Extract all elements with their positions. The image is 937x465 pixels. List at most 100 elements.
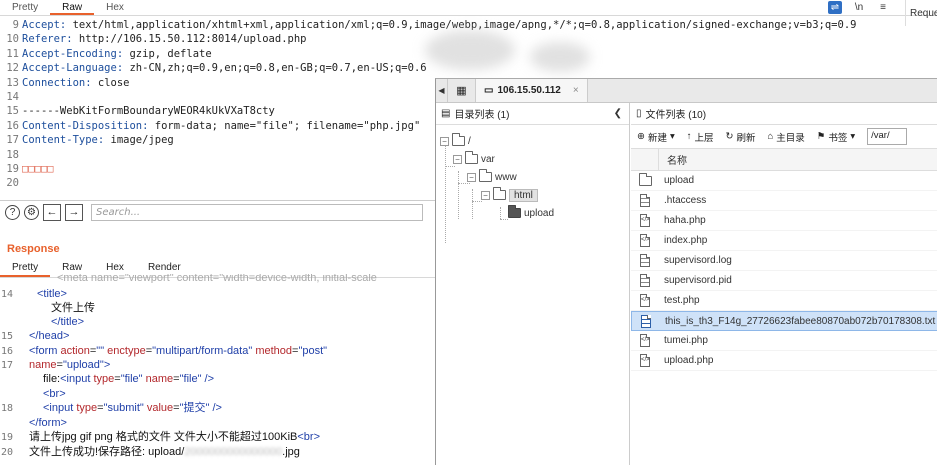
request-line: 15 ------WebKitFormBoundaryWEOR4kUkVXaT8c… [0,104,275,118]
file-row[interactable]: </> upload.php [631,351,937,371]
collapse-toggle-icon[interactable]: − [453,154,462,164]
collapse-toggle-icon[interactable]: − [467,172,476,182]
line-number: 10 [6,33,19,46]
line-number: 18 [6,148,19,161]
up-label: 上层 [694,132,714,144]
text-file-icon [640,254,650,267]
request-line: 18 [0,148,22,162]
file-icon-cell [631,172,659,186]
address-label: 106.15.50.112 [497,85,561,96]
file-row[interactable]: .htaccess [631,191,937,211]
file-row[interactable]: this_is_th3_F14g_27726623fabee80870ab072… [631,311,937,331]
prev-match-button[interactable]: ← [43,204,61,221]
collapse-chevron-icon[interactable]: ❮ [614,108,622,119]
new-button[interactable]: ⊕ 新建 ▾ [637,130,675,144]
up-button[interactable]: ↑ 上层 [687,130,714,144]
tab-pretty[interactable]: Pretty [0,2,50,15]
file-row[interactable]: upload [631,171,937,191]
gear-icon[interactable]: ⚙ [24,205,39,220]
refresh-button[interactable]: ↻ 刷新 [726,130,756,144]
tree-node-root[interactable]: − / [440,133,471,149]
close-icon[interactable]: × [573,85,579,96]
grid-icon[interactable]: ▦ [448,79,476,102]
request-search-toolbar: ? ⚙ ← → Search... [0,200,436,224]
file-name: tumei.php [664,335,708,346]
next-match-button[interactable]: → [65,204,83,221]
request-line: 20 [0,176,22,190]
file-name: index.php [664,235,708,246]
home-icon: ⌂ [767,131,774,142]
file-toolbar: ⊕ 新建 ▾ ↑ 上层 ↻ 刷新 ⌂ 主目录 ⚑ 书签 ▾ /var/ [631,125,937,149]
line-number: 11 [6,47,19,60]
code-file-icon: </> [640,234,650,247]
request-view-actions: ⇌ \n ≡ [828,0,890,15]
tree-label: html [509,188,538,202]
directory-pane-header: ▤ 目录列表 (1) ❮ [436,103,629,125]
file-icon-cell: </> [631,354,659,367]
file-name: supervisord.log [664,255,732,266]
response-line: 14 <title> [0,288,67,300]
file-manager-tabbar: ◀ ▦ ▭ 106.15.50.112 × [436,79,937,103]
home-button[interactable]: ⌂ 主目录 [768,130,805,144]
directory-pane: ▤ 目录列表 (1) ❮ − / − var − www − html uplo… [436,103,630,465]
tree-node-var[interactable]: − var [453,151,495,167]
collapse-toggle-icon[interactable]: − [440,136,449,146]
folder-icon [479,169,492,182]
path-input[interactable]: /var/ [867,128,908,145]
file-icon-cell: </> [631,234,659,247]
tab-hex[interactable]: Hex [94,2,136,15]
response-line: </form> [29,417,67,429]
folder-icon [465,151,478,164]
tree-node-www[interactable]: − www [467,169,517,185]
name-column-header[interactable]: 名称 [659,152,687,167]
bookmark-button[interactable]: ⚑ 书签 ▾ [817,130,855,144]
code-file-icon: </> [640,334,650,347]
header-key: Referer: [22,33,73,46]
file-name: haha.php [664,215,706,226]
file-row[interactable]: supervisord.pid [631,271,937,291]
tab-raw[interactable]: Raw [50,2,95,15]
request-line: 17 Content-Type: image/jpeg [0,133,173,147]
wrap-toggle-icon[interactable]: ⇌ [828,1,842,14]
tree-node-html[interactable]: − html [481,187,538,203]
file-name: test.php [664,295,700,306]
file-row[interactable]: </> test.php [631,291,937,311]
file-name: upload [664,175,695,186]
file-icon-cell: </> [631,294,659,307]
response-line: 文件上传 [51,302,95,314]
line-number: 9 [12,19,19,31]
header-key: Content-Disposition: [22,119,149,132]
file-list-title: 文件列表 (10) [645,110,707,121]
header-key: Accept-Language: [22,62,124,75]
icon-column [631,148,659,171]
refresh-icon: ↻ [725,131,734,142]
collapse-toggle-icon[interactable]: − [481,190,490,200]
tab-response-pretty[interactable]: Pretty [0,262,51,277]
file-row[interactable]: </> haha.php [631,211,937,231]
newline-toggle-icon[interactable]: \n [852,1,866,14]
tree-node-upload[interactable]: upload [508,205,554,221]
response-line: <br> [43,388,66,400]
line-number: 19 [6,163,19,175]
blur-smudge [425,30,515,70]
tree-label: var [481,153,495,165]
search-input[interactable]: Search... [91,204,423,221]
binary-content: □□□□□ [22,163,54,175]
bookmark-icon: ⚑ [816,131,826,142]
file-row[interactable]: supervisord.log [631,251,937,271]
help-icon[interactable]: ? [5,205,20,220]
file-row[interactable]: </> index.php [631,231,937,251]
blur-smudge [530,42,590,72]
request-line: 12 Accept-Language: zh-CN,zh;q=0.9,en;q=0… [0,61,426,75]
tab-scroll-left-icon[interactable]: ◀ [436,79,448,102]
tab-address[interactable]: ▭ 106.15.50.112 × [476,79,588,102]
header-value: form-data; name="file"; filename="php.jp… [148,119,421,132]
header-value: http://106.15.50.112:8014/upload.php [72,33,307,46]
menu-icon[interactable]: ≡ [876,1,890,14]
file-row[interactable]: </> tumei.php [631,331,937,351]
file-icon-cell: </> [631,214,659,227]
response-line: </title> [51,316,85,328]
directory-pane-title: 目录列表 (1) [454,110,510,121]
line-number: 16 [6,119,19,132]
inspector-tab[interactable]: Reque [905,0,937,26]
